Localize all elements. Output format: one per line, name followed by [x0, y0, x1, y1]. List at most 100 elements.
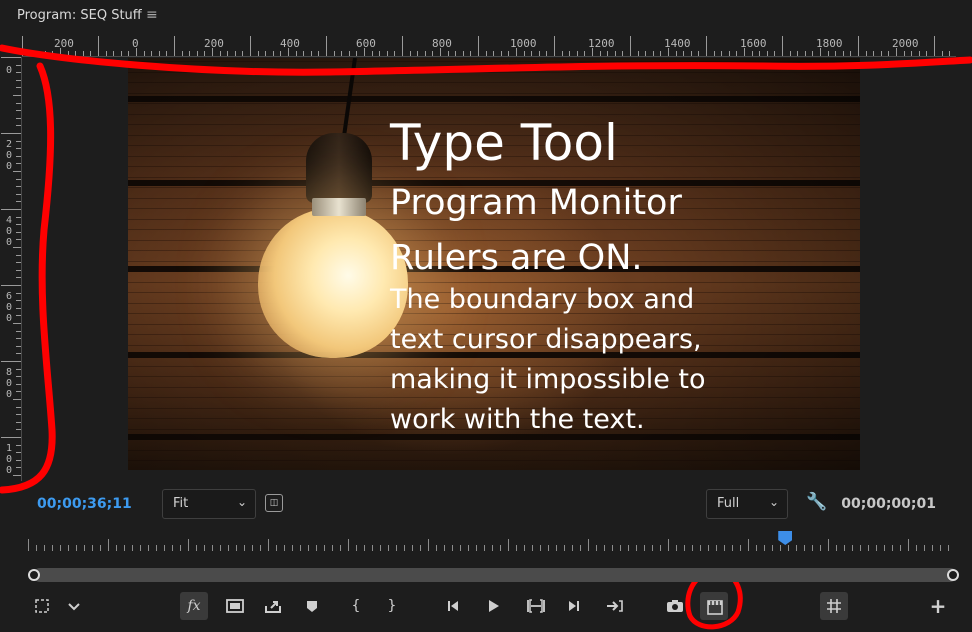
ruler-tick	[310, 51, 312, 56]
safe-margins-button[interactable]	[28, 592, 56, 620]
ruler-tick	[1, 437, 21, 438]
dashed-square-icon	[35, 599, 49, 613]
time-tick	[564, 545, 565, 551]
grid-button[interactable]	[820, 592, 848, 620]
time-tick	[900, 545, 901, 551]
playback-resolution-dropdown[interactable]: Full ⌄	[706, 489, 788, 519]
ruler-tick	[926, 51, 928, 56]
fit-settings-icon[interactable]: ◫	[265, 494, 283, 512]
ruler-tick	[16, 87, 21, 89]
time-tick	[388, 545, 389, 551]
ruler-tick	[16, 201, 21, 203]
caption-title[interactable]: Type Tool	[390, 114, 618, 172]
play-button[interactable]	[479, 592, 507, 620]
step-forward-button[interactable]	[559, 592, 587, 620]
ruler-tick	[151, 51, 153, 56]
ruler-tick	[143, 51, 145, 56]
time-tick	[428, 539, 429, 551]
ruler-tick	[341, 51, 343, 56]
time-tick	[452, 545, 453, 551]
ruler-tick	[721, 51, 723, 56]
ruler-tick	[645, 51, 647, 56]
panel-title[interactable]: Program: SEQ Stuff	[17, 8, 142, 23]
time-tick	[300, 545, 301, 551]
mark-out-button[interactable]: }	[378, 592, 406, 620]
time-tick	[484, 545, 485, 551]
time-tick	[380, 545, 381, 551]
time-tick	[148, 545, 149, 551]
time-tick	[908, 539, 909, 551]
time-tick	[52, 545, 53, 551]
proxy-toggle-button[interactable]	[700, 592, 728, 620]
ruler-tick	[16, 345, 21, 347]
caption-line-small[interactable]: work with the text.	[390, 404, 645, 435]
time-tick	[332, 545, 333, 551]
ruler-tick	[16, 193, 21, 195]
caption-line-large[interactable]: Rulers are ON.	[390, 238, 643, 278]
time-tick	[124, 545, 125, 551]
time-tick	[524, 545, 525, 551]
trim-button[interactable]	[520, 592, 548, 620]
caption-line-small[interactable]: making it impossible to	[390, 364, 706, 395]
scroll-handle-left[interactable]	[28, 569, 40, 581]
ruler-tick	[98, 36, 99, 56]
time-tick	[860, 545, 861, 551]
add-marker-button[interactable]	[298, 592, 326, 620]
ruler-tick	[16, 224, 21, 226]
caption-line-small[interactable]: The boundary box and	[390, 284, 694, 315]
zoom-level-dropdown[interactable]: Fit ⌄	[162, 489, 256, 519]
time-tick	[60, 545, 61, 551]
time-tick	[588, 539, 589, 551]
time-tick	[244, 545, 245, 551]
time-tick	[620, 545, 621, 551]
ruler-tick	[827, 51, 829, 56]
time-tick	[644, 545, 645, 551]
ruler-tick	[16, 421, 21, 423]
wrench-icon[interactable]: 🔧	[806, 492, 827, 512]
go-to-out-button[interactable]	[600, 592, 628, 620]
time-tick	[788, 545, 789, 551]
ruler-tick	[13, 171, 21, 172]
ruler-label: 1400	[664, 37, 691, 50]
scroll-handle-right[interactable]	[947, 569, 959, 581]
time-tick	[36, 545, 37, 551]
ruler-tick	[706, 36, 707, 56]
ruler-tick	[607, 51, 609, 56]
step-back-button[interactable]	[440, 592, 468, 620]
ruler-tick	[16, 391, 21, 393]
export-frame-button[interactable]	[258, 592, 286, 620]
time-tick	[420, 545, 421, 551]
export-camera-button[interactable]	[660, 592, 688, 620]
comparison-view-button[interactable]	[220, 592, 248, 620]
ruler-tick	[789, 51, 791, 56]
ruler-tick	[16, 277, 21, 279]
monitor-control-row: 00;00;36;11 Fit ⌄ ◫ Full ⌄ 🔧 00;00;00;01	[0, 486, 972, 522]
caption-line-small[interactable]: text cursor disappears,	[390, 324, 702, 355]
ruler-tick	[698, 51, 700, 56]
ruler-tick	[576, 51, 578, 56]
time-tick	[884, 545, 885, 551]
chevron-down-icon	[68, 603, 80, 611]
caption-line-large[interactable]: Program Monitor	[390, 183, 682, 223]
hamburger-menu-icon[interactable]: ≡	[146, 7, 158, 23]
ruler-tick	[911, 51, 913, 56]
ruler-tick	[16, 231, 21, 233]
time-tick	[740, 545, 741, 551]
mark-in-button[interactable]: {	[342, 592, 370, 620]
playhead-timecode[interactable]: 00;00;36;11	[37, 496, 132, 512]
ruler-tick	[1, 57, 21, 58]
ruler-tick	[614, 51, 616, 56]
ruler-label: 2000	[892, 37, 919, 50]
time-tick	[68, 545, 69, 551]
fx-button[interactable]: fx	[180, 592, 208, 620]
time-tick	[772, 545, 773, 551]
settings-dropdown-button[interactable]	[60, 592, 88, 620]
ruler-tick	[13, 247, 21, 248]
add-button[interactable]: +	[924, 592, 952, 620]
time-ruler[interactable]	[28, 537, 956, 551]
ruler-tick	[16, 353, 21, 355]
zoom-scroll-bar[interactable]	[33, 568, 957, 582]
ruler-tick	[424, 51, 426, 56]
time-tick	[628, 545, 629, 551]
ruler-tick	[16, 307, 21, 309]
